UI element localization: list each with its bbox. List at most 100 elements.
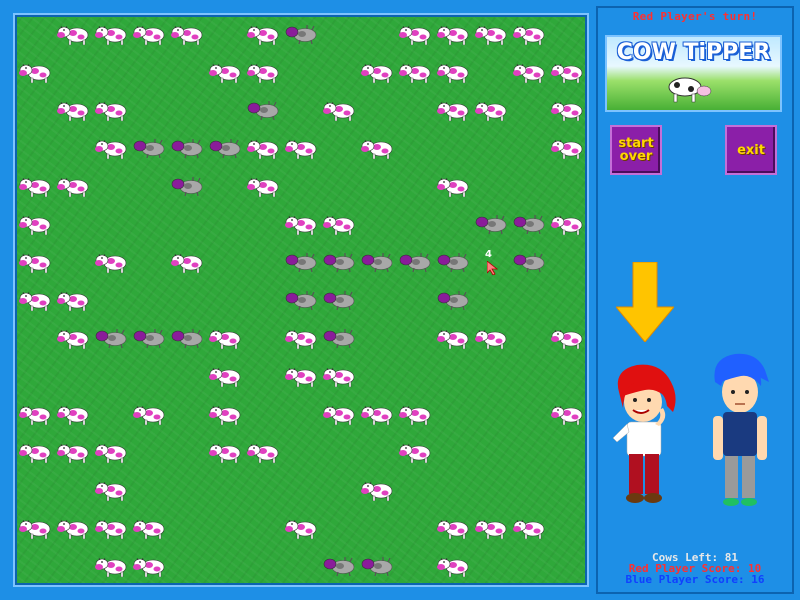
- tipped-cow-cell[interactable]: [359, 243, 397, 281]
- cow-cell[interactable]: [321, 205, 359, 243]
- cow-cell[interactable]: [473, 15, 511, 53]
- cow-cell[interactable]: [359, 395, 397, 433]
- cow-cell[interactable]: [55, 167, 93, 205]
- cow-cell[interactable]: [245, 167, 283, 205]
- cow-cell[interactable]: [169, 15, 207, 53]
- tipped-cow-cell[interactable]: [473, 205, 511, 243]
- cow-cell[interactable]: [207, 357, 245, 395]
- cow-cell[interactable]: [55, 319, 93, 357]
- cow-cell[interactable]: [549, 129, 587, 167]
- cow-cell[interactable]: [435, 509, 473, 547]
- cow-cell[interactable]: [17, 243, 55, 281]
- cow-cell[interactable]: [17, 205, 55, 243]
- cow-cell[interactable]: [283, 129, 321, 167]
- cow-cell[interactable]: [321, 395, 359, 433]
- cow-cell[interactable]: [207, 53, 245, 91]
- cow-cell[interactable]: [511, 53, 549, 91]
- cow-cell[interactable]: [397, 433, 435, 471]
- cow-cell[interactable]: [17, 509, 55, 547]
- cow-cell[interactable]: [131, 15, 169, 53]
- cow-cell[interactable]: [359, 129, 397, 167]
- cow-cell[interactable]: [207, 433, 245, 471]
- cow-cell[interactable]: [473, 91, 511, 129]
- cow-cell[interactable]: [549, 205, 587, 243]
- cow-cell[interactable]: [55, 91, 93, 129]
- tipped-cow-cell[interactable]: [131, 129, 169, 167]
- cow-cell[interactable]: [435, 53, 473, 91]
- cow-cell[interactable]: [321, 91, 359, 129]
- cow-cell[interactable]: [207, 319, 245, 357]
- cow-cell[interactable]: [435, 15, 473, 53]
- cow-cell[interactable]: [473, 319, 511, 357]
- cow-cell[interactable]: [93, 433, 131, 471]
- cow-cell[interactable]: [359, 53, 397, 91]
- tipped-cow-cell[interactable]: [321, 319, 359, 357]
- tipped-cow-cell[interactable]: [283, 281, 321, 319]
- cow-field[interactable]: 4: [15, 15, 587, 585]
- tipped-cow-cell[interactable]: [245, 91, 283, 129]
- cow-cell[interactable]: [93, 547, 131, 585]
- cow-cell[interactable]: [473, 509, 511, 547]
- cow-cell[interactable]: [245, 53, 283, 91]
- cow-cell[interactable]: [435, 547, 473, 585]
- tipped-cow-cell[interactable]: [435, 243, 473, 281]
- cow-cell[interactable]: [93, 91, 131, 129]
- cow-cell[interactable]: [245, 433, 283, 471]
- cow-cell[interactable]: [55, 509, 93, 547]
- tipped-cow-cell[interactable]: [169, 167, 207, 205]
- tipped-cow-cell[interactable]: [207, 129, 245, 167]
- cow-cell[interactable]: [55, 281, 93, 319]
- cow-cell[interactable]: [511, 15, 549, 53]
- tipped-cow-cell[interactable]: [511, 243, 549, 281]
- cow-cell[interactable]: [55, 395, 93, 433]
- tipped-cow-cell[interactable]: [169, 129, 207, 167]
- tipped-cow-cell[interactable]: [283, 15, 321, 53]
- tipped-cow-cell[interactable]: [283, 243, 321, 281]
- cow-cell[interactable]: [549, 395, 587, 433]
- tipped-cow-cell[interactable]: [359, 547, 397, 585]
- cow-cell[interactable]: [93, 129, 131, 167]
- cow-cell[interactable]: [93, 15, 131, 53]
- cow-cell[interactable]: [397, 15, 435, 53]
- cow-cell[interactable]: [131, 509, 169, 547]
- cow-cell[interactable]: [55, 15, 93, 53]
- cow-cell[interactable]: [549, 91, 587, 129]
- tipped-cow-cell[interactable]: [435, 281, 473, 319]
- tipped-cow-cell[interactable]: [169, 319, 207, 357]
- cow-cell[interactable]: [283, 205, 321, 243]
- cow-cell[interactable]: [321, 357, 359, 395]
- cow-cell[interactable]: [169, 243, 207, 281]
- cow-cell[interactable]: [207, 395, 245, 433]
- cow-cell[interactable]: [93, 243, 131, 281]
- cow-cell[interactable]: [93, 509, 131, 547]
- red-player-avatar[interactable]: [605, 362, 685, 507]
- cow-cell[interactable]: [549, 53, 587, 91]
- cow-cell[interactable]: [283, 509, 321, 547]
- cow-cell[interactable]: [397, 53, 435, 91]
- exit-button[interactable]: exit: [725, 125, 777, 175]
- tipped-cow-cell[interactable]: [397, 243, 435, 281]
- cow-cell[interactable]: [435, 167, 473, 205]
- cow-cell[interactable]: [93, 471, 131, 509]
- cow-cell[interactable]: [17, 281, 55, 319]
- cow-cell[interactable]: [549, 319, 587, 357]
- cow-cell[interactable]: [283, 319, 321, 357]
- cow-cell[interactable]: [245, 129, 283, 167]
- tipped-cow-cell[interactable]: [511, 205, 549, 243]
- cow-cell[interactable]: [17, 167, 55, 205]
- start-over-button[interactable]: start over: [610, 125, 662, 175]
- tipped-cow-cell[interactable]: [321, 547, 359, 585]
- tipped-cow-cell[interactable]: [321, 243, 359, 281]
- cow-cell[interactable]: [435, 319, 473, 357]
- cow-cell[interactable]: [131, 395, 169, 433]
- cow-cell[interactable]: [131, 547, 169, 585]
- cow-cell[interactable]: [55, 433, 93, 471]
- tipped-cow-cell[interactable]: [93, 319, 131, 357]
- cow-cell[interactable]: [17, 433, 55, 471]
- cow-cell[interactable]: [283, 357, 321, 395]
- cow-cell[interactable]: [435, 91, 473, 129]
- cow-cell[interactable]: [511, 509, 549, 547]
- cow-cell[interactable]: [17, 395, 55, 433]
- cow-cell[interactable]: [397, 395, 435, 433]
- cow-cell[interactable]: [245, 15, 283, 53]
